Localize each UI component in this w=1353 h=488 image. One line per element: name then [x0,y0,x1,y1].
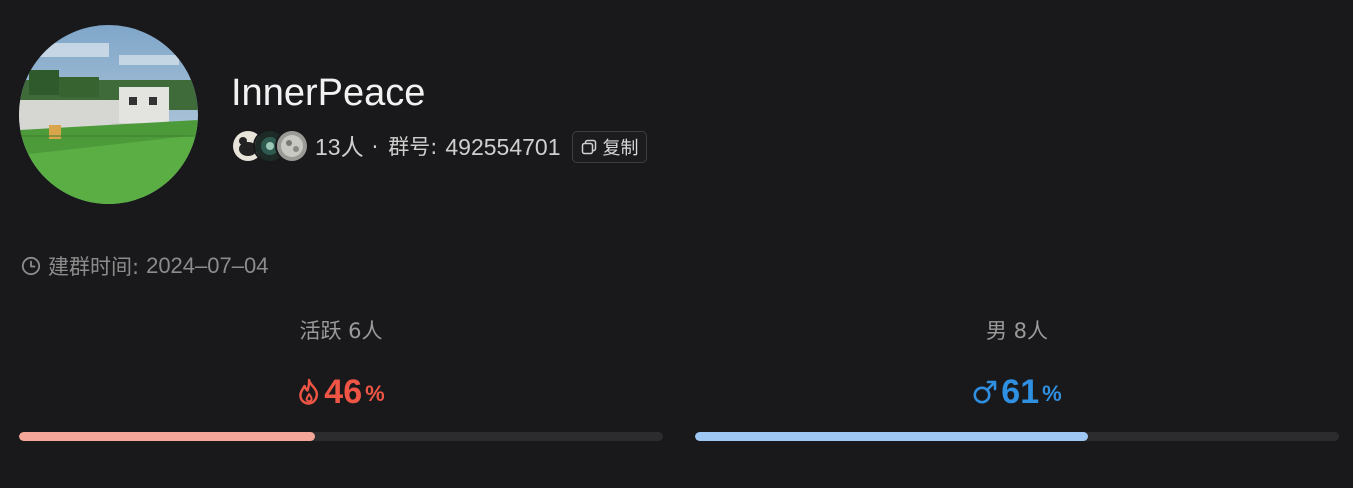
group-id-label: 群号: [388,135,438,159]
male-stat: 男 8人 61 % [695,312,1339,441]
male-progress-bar [695,432,1339,441]
group-meta: 13人 · 群号: 492554701 复制 [231,128,648,166]
active-percent-unit: % [365,381,385,406]
male-progress-fill [695,432,1088,441]
created-date: 2024–07–04 [146,253,269,278]
group-id-value: 492554701 [445,134,561,160]
male-label: 男 8人 [985,319,1049,343]
active-stat: 活跃 6人 46 % [19,312,663,441]
active-label: 活跃 6人 [299,319,383,343]
group-avatar[interactable] [19,25,198,204]
created-date-row: 建群时间: 2024–07–04 [21,251,268,281]
created-label: 建群时间: [48,255,140,279]
copy-icon [581,139,597,155]
active-percent: 46 [324,373,363,411]
group-name: InnerPeace [231,72,426,114]
meta-separator: · [371,135,379,159]
male-value-row: 61 % [695,372,1339,412]
member-avatars[interactable] [231,128,313,166]
member-count: 13人 [315,133,364,160]
copy-button-label: 复制 [602,138,639,159]
flame-icon [297,378,321,406]
active-progress-bar [19,432,663,441]
member-avatar[interactable] [275,129,309,163]
male-percent: 61 [1001,373,1040,411]
group-card: InnerPeace 13人 · 群号: 492554701 复制 建群时间: … [0,0,1353,488]
clock-icon [21,256,41,276]
male-percent-unit: % [1042,381,1062,406]
active-progress-fill [19,432,316,441]
copy-button[interactable]: 复制 [572,131,648,163]
active-value-row: 46 % [19,372,663,412]
male-icon [972,379,998,405]
